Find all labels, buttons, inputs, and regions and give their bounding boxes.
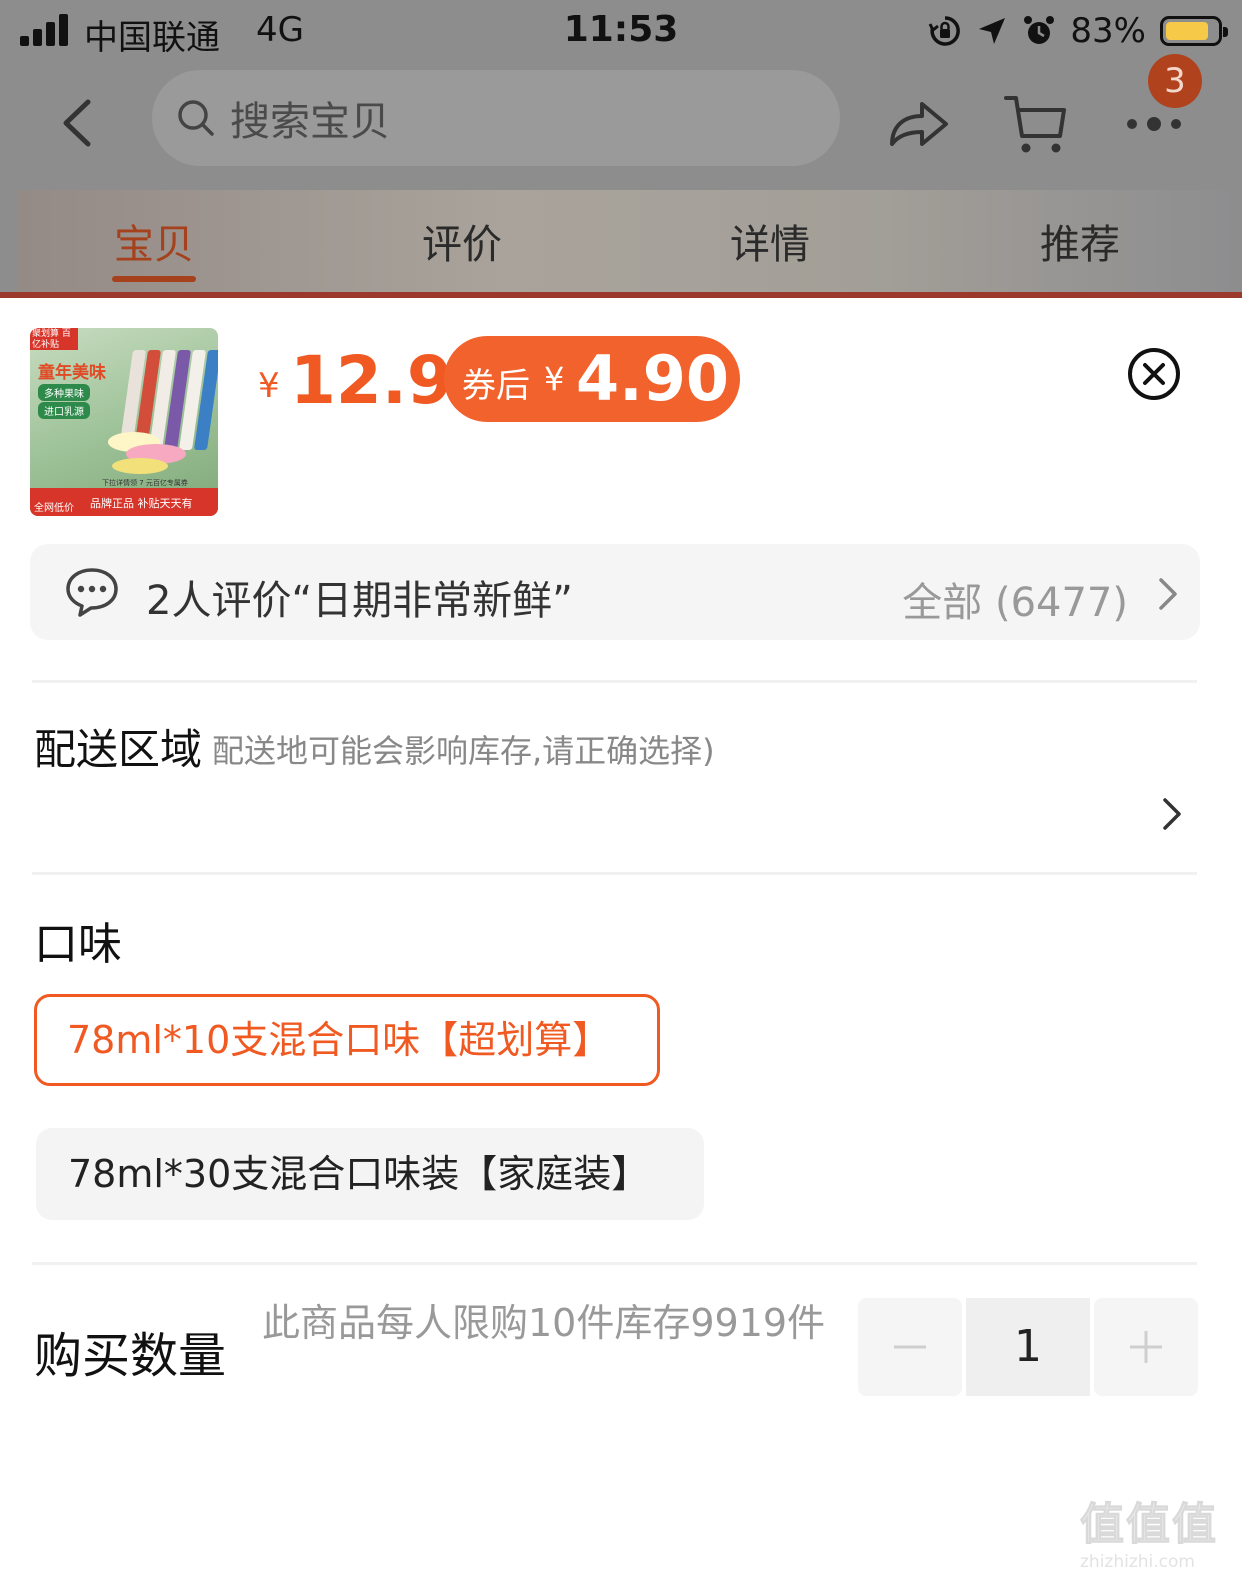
quantity-label: 购买数量 — [34, 1328, 227, 1384]
tab-details[interactable]: 详情 — [730, 212, 810, 270]
quantity-stepper: 1 — [858, 1298, 1198, 1396]
thumbnail-fine-print: 下拉详情领 7 元百亿专属券 — [102, 479, 188, 487]
watermark-site: zhizhizhi.com — [1080, 1552, 1195, 1572]
quantity-limit-hint: 此商品每人限购10件库存9919件 — [262, 1301, 826, 1345]
top-nav-bar: 搜索宝贝 3 — [0, 54, 1242, 190]
back-icon[interactable] — [50, 90, 110, 156]
battery-percent: 83% — [1070, 11, 1146, 51]
product-thumbnail[interactable]: 聚划算 百亿补贴 童年美味 多种果味 进口乳源 下拉详情领 7 元百亿专属券 全… — [30, 328, 218, 516]
orientation-lock-icon — [929, 16, 961, 46]
chevron-right-icon — [1159, 578, 1177, 610]
tab-bar: 宝贝 评价 详情 推荐 — [18, 190, 1228, 300]
plus-icon — [1130, 1331, 1162, 1363]
divider — [32, 1262, 1197, 1265]
review-highlight: 2人评价“日期非常新鲜” — [146, 578, 573, 624]
all-reviews-count[interactable]: 全部 (6477) — [902, 570, 1128, 628]
cart-icon[interactable] — [1000, 88, 1072, 160]
coupon-price-badge: 券后 ¥ 4.90 — [444, 336, 740, 422]
thumbnail-tag: 多种果味 — [38, 384, 90, 401]
search-input[interactable]: 搜索宝贝 — [152, 70, 840, 166]
tab-item[interactable]: 宝贝 — [114, 212, 194, 270]
close-icon[interactable] — [1126, 346, 1182, 402]
price: 12.9 — [290, 342, 453, 419]
thumbnail-corner-label: 全网低价 — [34, 503, 74, 514]
thumbnail-badge: 聚划算 百亿补贴 — [30, 328, 78, 350]
tab-reviews[interactable]: 评价 — [422, 212, 502, 270]
coupon-price: 4.90 — [576, 342, 729, 415]
ice-cream-graphic — [108, 432, 186, 474]
flavor-label: 口味 — [34, 919, 122, 970]
flavor-option-10-pack[interactable]: 78ml*10支混合口味【超划算】 — [34, 994, 660, 1086]
thumbnail-slogan: 品牌正品 补贴天天有 — [90, 497, 193, 510]
location-arrow-icon — [979, 18, 1006, 44]
thumbnail-title: 童年美味 — [38, 363, 106, 383]
price-currency: ¥ — [258, 366, 280, 406]
status-bar: 中国联通 4G 11:53 83% — [0, 0, 1242, 62]
divider — [32, 872, 1197, 875]
search-placeholder: 搜索宝贝 — [230, 99, 390, 145]
coupon-label: 券后 — [462, 366, 530, 406]
divider — [32, 680, 1197, 683]
review-summary-bar[interactable]: 2人评价“日期非常新鲜” 全部 (6477) — [30, 544, 1200, 640]
cart-count-badge: 3 — [1148, 54, 1202, 108]
delivery-area-chevron-icon[interactable] — [1158, 794, 1186, 834]
increase-button[interactable] — [1094, 1298, 1198, 1396]
thumbnail-tag: 进口乳源 — [38, 402, 90, 419]
watermark-logo: 值值值 — [1080, 1499, 1218, 1551]
tab-recommend[interactable]: 推荐 — [1040, 212, 1120, 270]
coupon-currency: ¥ — [544, 360, 565, 398]
alarm-icon — [1024, 16, 1055, 44]
minus-icon — [894, 1345, 926, 1349]
sku-selection-sheet: 聚划算 百亿补贴 童年美味 多种果味 进口乳源 下拉详情领 7 元百亿专属券 全… — [0, 298, 1242, 1585]
watermark: 值值值 zhizhizhi.com — [1080, 1488, 1230, 1578]
delivery-area-hint: 配送地可能会影响库存,请正确选择) — [212, 732, 715, 770]
flavor-option-30-pack[interactable]: 78ml*30支混合口味装【家庭装】 — [36, 1128, 704, 1220]
search-icon — [178, 100, 214, 136]
chat-bubble-icon — [66, 568, 118, 617]
decrease-button[interactable] — [858, 1298, 962, 1396]
delivery-area-label: 配送区域 — [34, 725, 203, 774]
quantity-value[interactable]: 1 — [966, 1298, 1090, 1396]
share-icon[interactable] — [882, 88, 954, 160]
battery-icon — [1160, 16, 1228, 46]
active-tab-indicator — [112, 276, 196, 282]
page-background: 中国联通 4G 11:53 83% 搜索宝贝 3 宝贝 评价 详情 推荐 — [0, 0, 1242, 300]
